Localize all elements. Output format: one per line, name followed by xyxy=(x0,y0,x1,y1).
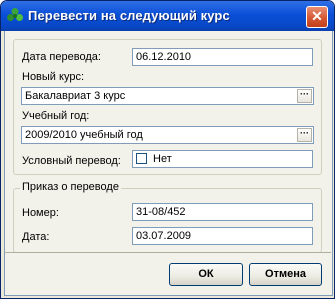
new-course-value: Бакалавриат 3 курс xyxy=(25,90,126,102)
school-year-field[interactable]: 2009/2010 учебный год ··· xyxy=(21,126,314,144)
app-icon xyxy=(7,8,23,21)
school-year-browse-button[interactable]: ··· xyxy=(297,128,312,142)
conditional-transfer-checkbox[interactable] xyxy=(136,153,147,164)
conditional-transfer-value: Нет xyxy=(153,153,172,165)
order-number-label: Номер: xyxy=(22,207,59,219)
transfer-date-field[interactable]: 06.12.2010 xyxy=(132,48,313,66)
order-number-field[interactable]: 31-08/452 xyxy=(132,203,313,221)
cancel-button[interactable]: Отмена xyxy=(249,263,322,286)
order-group-caption: Приказ о переводе xyxy=(20,181,121,193)
close-button[interactable]: ✕ xyxy=(306,6,328,28)
conditional-transfer-label: Условный перевод: xyxy=(22,155,121,167)
new-course-browse-button[interactable]: ··· xyxy=(297,89,312,103)
dialog-body: Дата перевода: 06.12.2010 Новый курс: Ба… xyxy=(4,31,333,296)
new-course-label: Новый курс: xyxy=(22,71,84,83)
dialog-window: Перевести на следующий курс ✕ Дата перев… xyxy=(0,0,335,299)
close-icon: ✕ xyxy=(311,8,323,24)
order-date-field[interactable]: 03.07.2009 xyxy=(132,227,313,245)
transfer-date-label: Дата перевода: xyxy=(22,51,101,63)
school-year-label: Учебный год: xyxy=(22,110,90,122)
title-bar[interactable]: Перевести на следующий курс ✕ xyxy=(1,1,334,31)
order-date-label: Дата: xyxy=(22,231,50,243)
conditional-transfer-field[interactable]: Нет xyxy=(132,150,313,168)
footer-divider xyxy=(4,252,331,253)
ok-button[interactable]: ОК xyxy=(169,263,243,286)
window-title: Перевести на следующий курс xyxy=(28,8,230,23)
new-course-field[interactable]: Бакалавриат 3 курс ··· xyxy=(21,87,314,105)
order-group: Приказ о переводе Номер: 31-08/452 Дата:… xyxy=(13,181,322,253)
transfer-details-group: Дата перевода: 06.12.2010 Новый курс: Ба… xyxy=(13,39,322,175)
school-year-value: 2009/2010 учебный год xyxy=(25,129,143,141)
